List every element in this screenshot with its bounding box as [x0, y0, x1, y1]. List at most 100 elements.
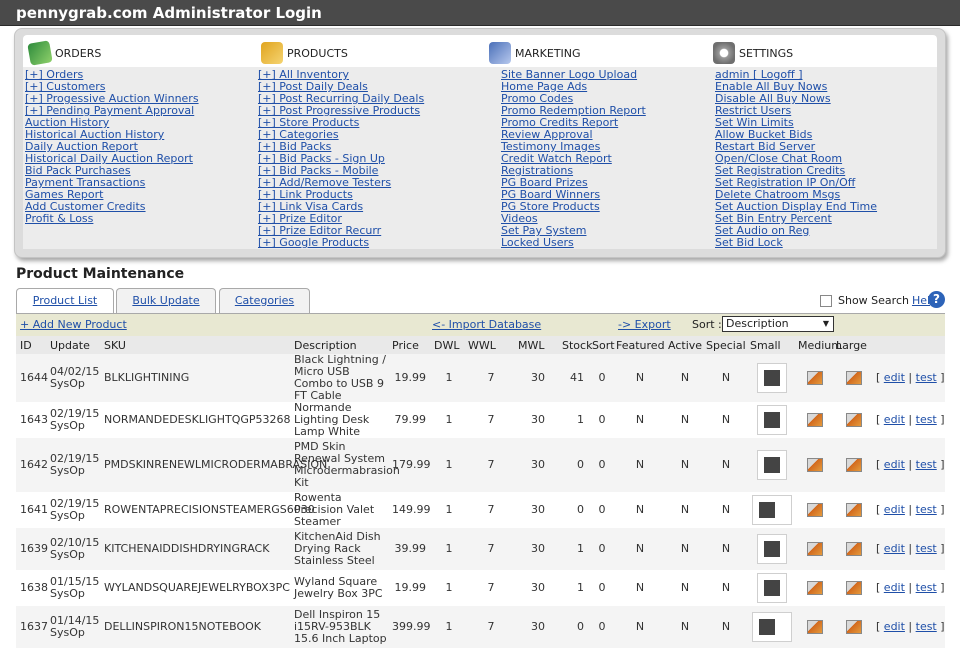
cell-description: Black Lightning / Micro USB Combo to USB… — [290, 354, 388, 402]
product-image — [764, 370, 780, 386]
cell-sort: 0 — [588, 570, 612, 606]
menu-link-set-bid-lock[interactable]: Set Bid Lock — [715, 236, 783, 249]
image-icon[interactable] — [846, 620, 862, 634]
test-link[interactable]: test — [916, 371, 937, 384]
show-search-checkbox[interactable] — [820, 294, 832, 307]
image-icon[interactable] — [807, 581, 823, 595]
image-icon[interactable] — [807, 620, 823, 634]
menu-link-google-products[interactable]: [+] Google Products — [258, 236, 369, 249]
image-icon[interactable] — [846, 458, 862, 472]
product-thumbnail[interactable] — [757, 450, 787, 480]
image-icon[interactable] — [846, 413, 862, 427]
export-link[interactable]: -> Export — [618, 318, 671, 331]
test-link[interactable]: test — [916, 458, 937, 471]
image-icon[interactable] — [807, 371, 823, 385]
cell-wwl: 7 — [464, 438, 514, 492]
cell-stock: 1 — [558, 570, 588, 606]
product-thumbnail[interactable] — [757, 573, 787, 603]
cell-large-image — [832, 354, 872, 402]
cell-medium-image — [794, 606, 832, 648]
table-row: 1642 02/19/15 SysOp PMDSKINRENEWLMICRODERMA… — [16, 438, 945, 492]
test-link[interactable]: test — [916, 413, 937, 426]
image-icon[interactable] — [807, 458, 823, 472]
add-new-product-link[interactable]: + Add New Product — [20, 318, 127, 331]
tab-product-list[interactable]: Product List — [16, 288, 114, 315]
product-thumbnail[interactable] — [752, 612, 792, 642]
sort-label: Sort : — [692, 318, 722, 331]
cell-id: 1637 — [16, 606, 48, 648]
cell-small-image — [746, 528, 794, 570]
table-row: 1637 01/14/15 SysOp DELLINSPIRON15NOTEBOOK D… — [16, 606, 945, 648]
column-header-sort: Sort — [588, 336, 615, 354]
update-user: SysOp — [50, 626, 85, 639]
column-header-price: Price — [388, 336, 430, 354]
cell-description: Rowenta Precision Valet Steamer — [290, 492, 388, 528]
update-user: SysOp — [50, 419, 85, 432]
edit-link[interactable]: edit — [884, 620, 905, 633]
column-header-small: Small — [746, 336, 794, 354]
test-link[interactable]: test — [916, 503, 937, 516]
column-header-description: Description — [290, 336, 388, 354]
edit-link[interactable]: edit — [884, 371, 905, 384]
table-row: 1638 01/15/15 SysOp WYLANDSQUAREJEWELRYBOX3… — [16, 570, 945, 606]
product-thumbnail[interactable] — [757, 405, 787, 435]
tab-bulk-update[interactable]: Bulk Update — [116, 288, 216, 314]
cell-description: Wyland Square Jewelry Box 3PC — [290, 570, 388, 606]
cell-price: 19.99 — [388, 570, 430, 606]
image-icon[interactable] — [846, 503, 862, 517]
products-heading: PRODUCTS — [261, 41, 348, 65]
import-database-link[interactable]: <- Import Database — [432, 318, 541, 331]
cell-dwl: 1 — [430, 606, 464, 648]
window-titlebar: pennygrab.com Administrator Login — [0, 0, 960, 26]
product-thumbnail[interactable] — [757, 534, 787, 564]
marketing-menu-list: Site Banner Logo Upload Home Page Ads Prom… — [501, 69, 646, 249]
help-icon[interactable]: ? — [928, 291, 945, 308]
image-icon[interactable] — [807, 542, 823, 556]
column-header-mwl: MWL — [514, 336, 558, 354]
cell-actions: [ edit | test ] — [872, 354, 945, 402]
gear-icon — [713, 42, 735, 64]
edit-link[interactable]: edit — [884, 542, 905, 555]
cell-small-image — [746, 606, 794, 648]
column-header-actions — [872, 336, 945, 354]
product-thumbnail[interactable] — [757, 363, 787, 393]
cell-sku: KITCHENAIDDISHDRYINGRACK — [100, 528, 290, 570]
image-icon[interactable] — [846, 581, 862, 595]
image-icon[interactable] — [807, 503, 823, 517]
menu-header-row: ORDERS PRODUCTS MARKETING SETTINGS — [23, 35, 937, 67]
cell-id: 1638 — [16, 570, 48, 606]
test-link[interactable]: test — [916, 542, 937, 555]
column-header-update: Update — [46, 336, 100, 354]
image-icon[interactable] — [846, 371, 862, 385]
cell-price: 179.99 — [388, 438, 431, 492]
cell-special: N — [702, 606, 746, 648]
cell-sort: 0 — [588, 402, 612, 438]
edit-link[interactable]: edit — [884, 503, 905, 516]
edit-link[interactable]: edit — [884, 581, 905, 594]
sort-select[interactable]: Description ▼ — [722, 316, 834, 332]
menu-link-profit-loss[interactable]: Profit & Loss — [25, 212, 93, 225]
cell-sort: 0 — [588, 492, 612, 528]
image-icon[interactable] — [807, 413, 823, 427]
cell-mwl: 30 — [514, 570, 558, 606]
menu-link-locked-users[interactable]: Locked Users — [501, 236, 574, 249]
orders-menu-list: [+] Orders [+] Customers [+] Progessive Au… — [25, 69, 199, 225]
test-link[interactable]: test — [916, 581, 937, 594]
column-header-medium: Medium — [794, 336, 842, 354]
tab-categories[interactable]: Categories — [219, 288, 310, 314]
cell-description: PMD Skin Renewal System Microdermabrasio… — [290, 438, 400, 492]
update-user: SysOp — [50, 377, 85, 390]
image-icon[interactable] — [846, 542, 862, 556]
edit-link[interactable]: edit — [884, 413, 905, 426]
product-image — [764, 457, 780, 473]
cell-stock: 1 — [558, 402, 588, 438]
column-header-id: ID — [16, 336, 46, 354]
cell-actions: [ edit | test ] — [872, 492, 945, 528]
cell-sku: PMDSKINRENEWLMICRODERMABRASION — [100, 438, 327, 492]
show-search-toggle[interactable]: Show Search Help — [820, 294, 937, 307]
cell-dwl: 1 — [430, 402, 464, 438]
product-thumbnail[interactable] — [752, 495, 792, 525]
edit-link[interactable]: edit — [884, 458, 905, 471]
test-link[interactable]: test — [916, 620, 937, 633]
cell-id: 1639 — [16, 528, 48, 570]
